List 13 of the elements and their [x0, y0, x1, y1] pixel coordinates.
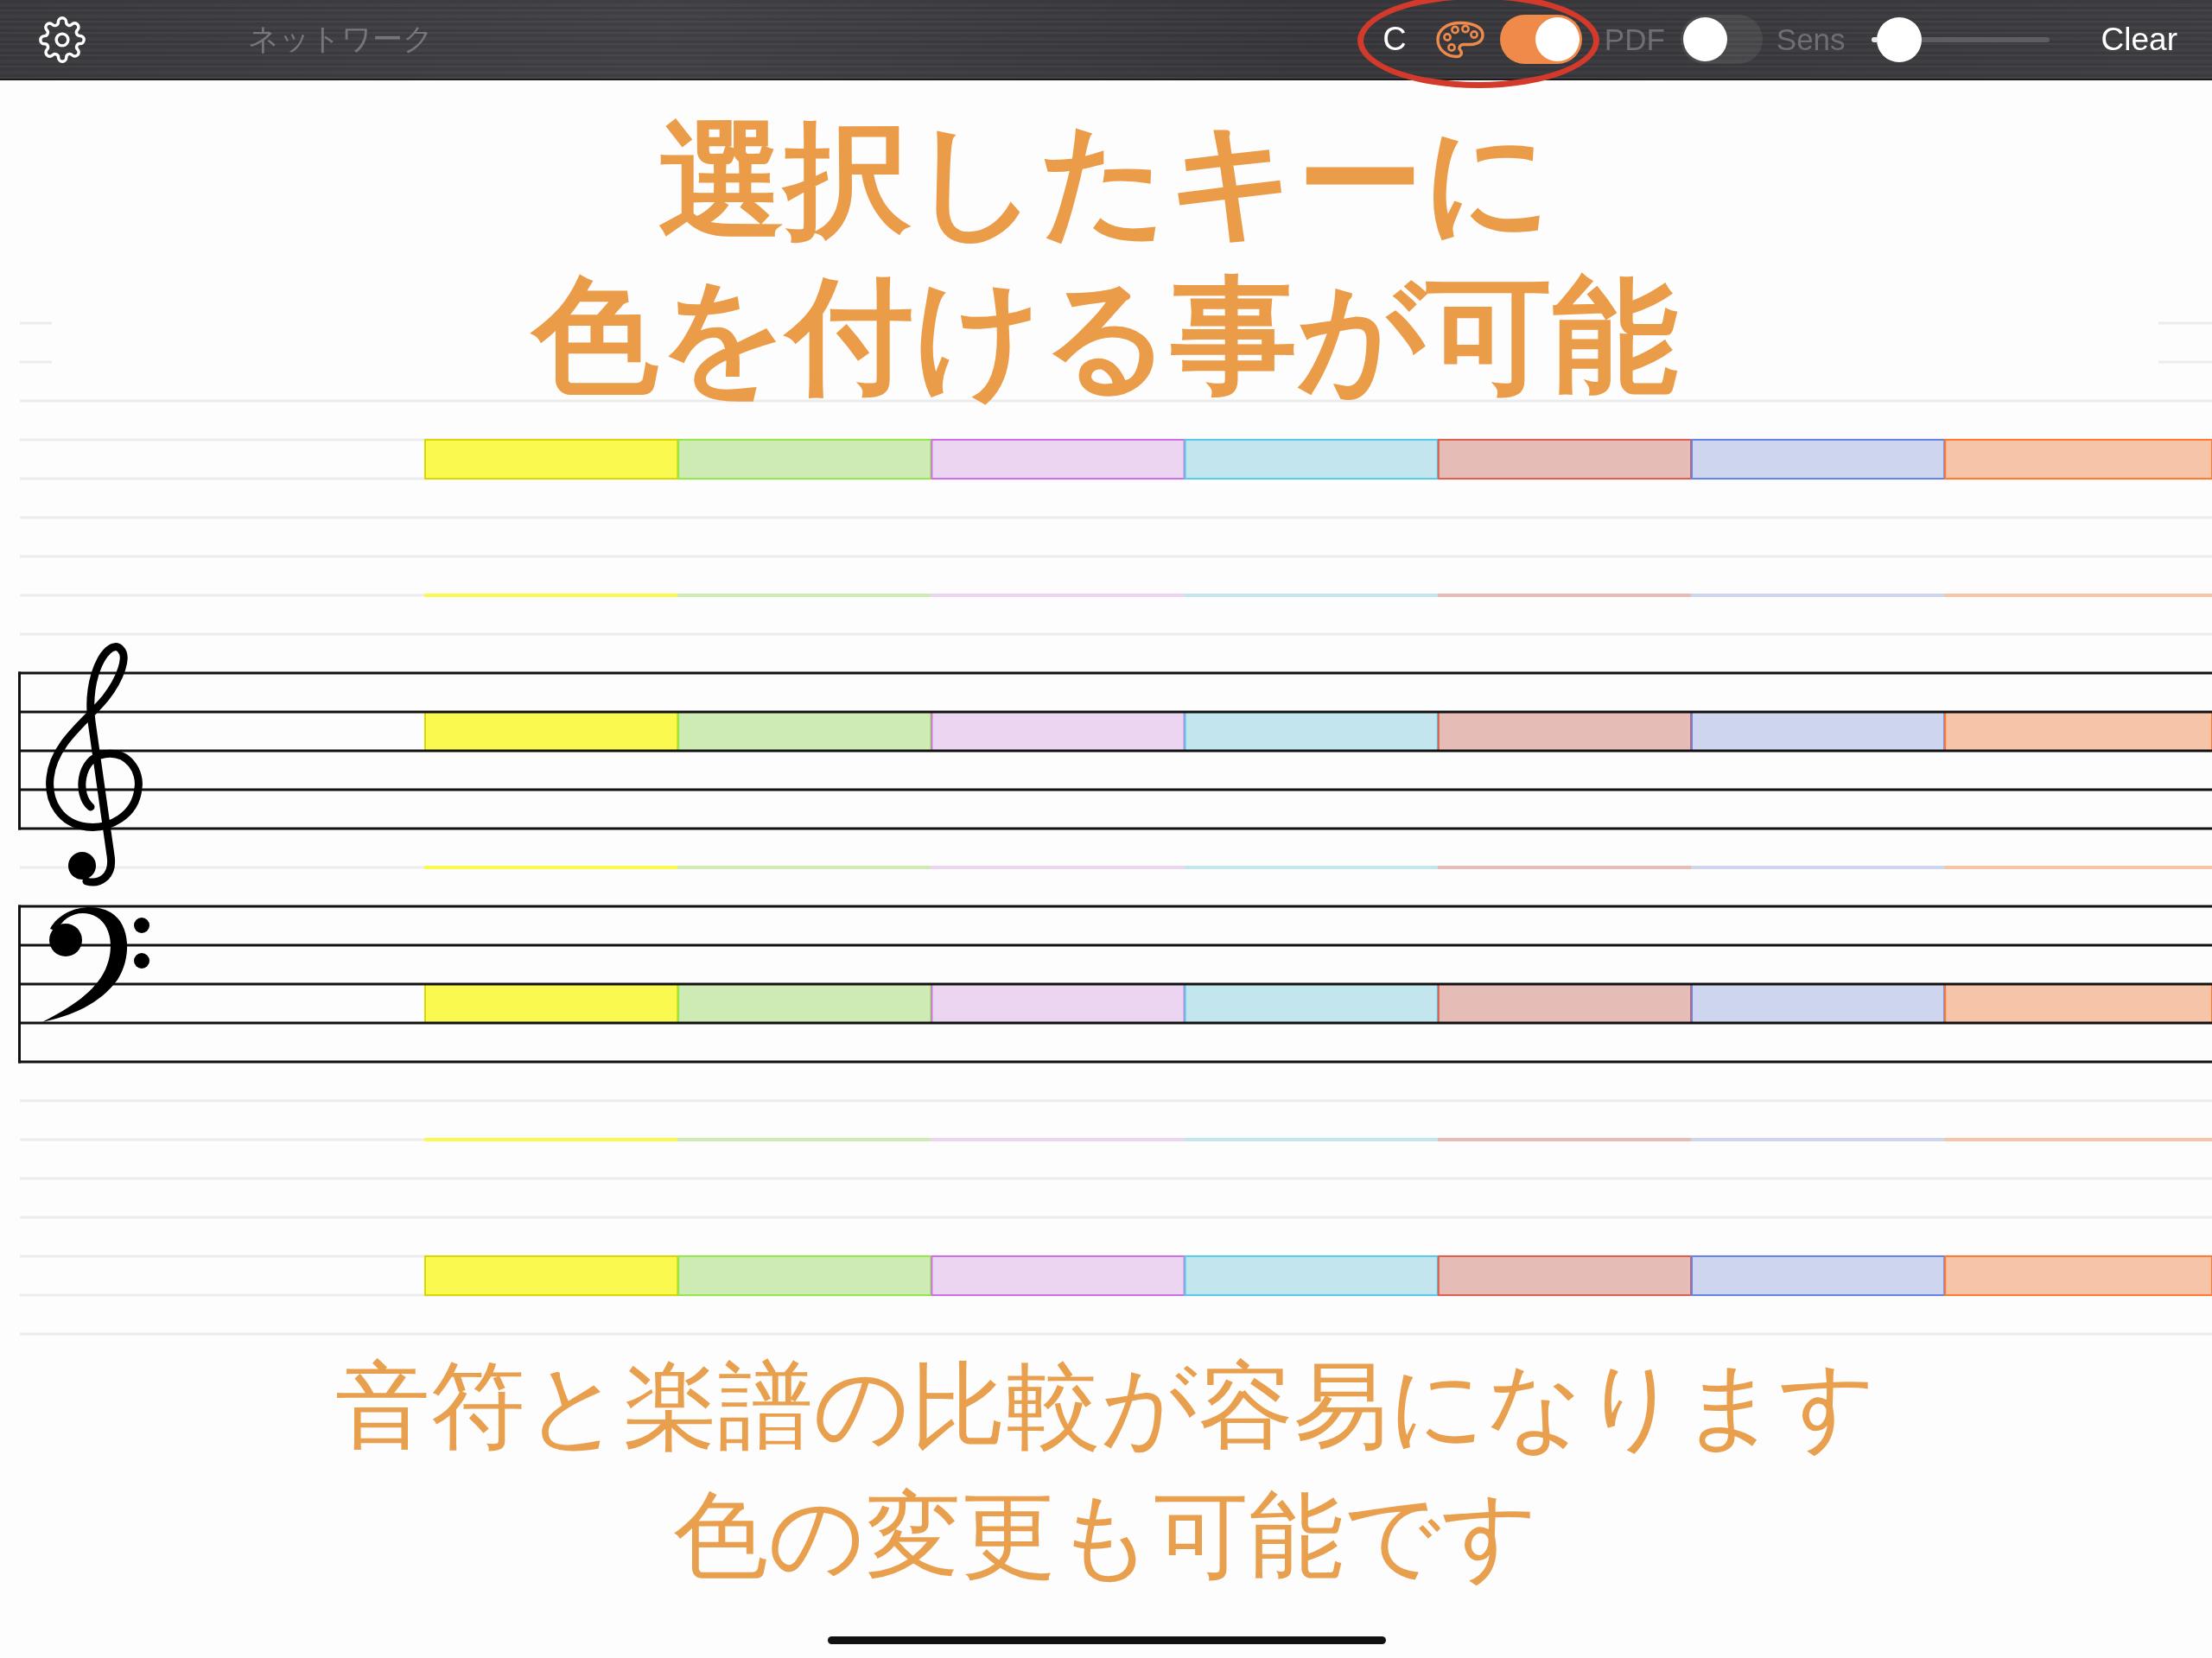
slider-thumb[interactable]	[1876, 16, 1922, 62]
clear-button[interactable]: Clear	[2101, 21, 2177, 58]
sens-label: Sens	[1776, 22, 1846, 57]
headline-text: 選択したキーに	[658, 105, 1552, 255]
key-button[interactable]: C	[1382, 21, 1407, 58]
palette-icon	[1435, 20, 1484, 59]
caption-text: 音符と楽譜の比較が容易になります	[335, 1350, 1877, 1463]
settings-icon[interactable]	[39, 16, 86, 63]
treble-clef-icon	[46, 643, 143, 886]
color-toggle[interactable]	[1499, 15, 1582, 64]
pdf-label: PDF	[1604, 22, 1665, 57]
bass-clef-icon	[42, 907, 149, 1022]
caption-text: 色の変更も可能です	[673, 1479, 1539, 1592]
